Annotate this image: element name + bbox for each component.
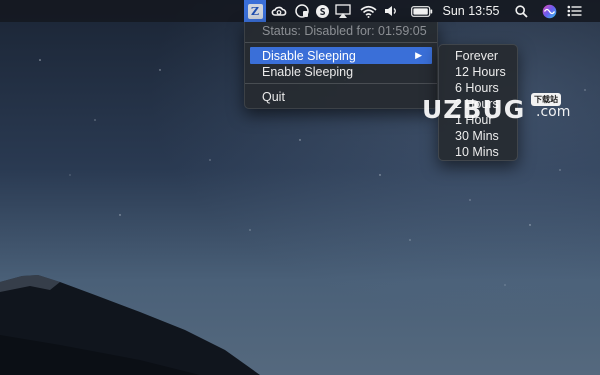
submenu-item-6-hours[interactable]: 6 Hours bbox=[439, 80, 517, 96]
caffeine-app-status-item[interactable]: Z bbox=[244, 0, 266, 22]
submenu-item-30-mins[interactable]: 30 Mins bbox=[439, 128, 517, 144]
status-label: Status: Disabled for: 01:59:05 bbox=[262, 23, 427, 38]
menu-bar: Z Sun 13:55 bbox=[0, 0, 600, 22]
submenu-item-12-hours[interactable]: 12 Hours bbox=[439, 64, 517, 80]
app-dropdown-menu: Status: Disabled for: 01:59:05 Disable S… bbox=[244, 22, 438, 109]
menu-separator bbox=[245, 42, 437, 43]
wifi-icon[interactable] bbox=[357, 0, 379, 22]
siri-icon[interactable] bbox=[538, 0, 560, 22]
enable-sleeping-item[interactable]: Enable Sleeping bbox=[250, 63, 432, 80]
menubar-clock[interactable]: Sun 13:55 bbox=[438, 0, 504, 22]
disable-sleeping-item[interactable]: Disable Sleeping ▶ bbox=[250, 47, 432, 64]
duration-submenu: Forever 12 Hours 6 Hours 2 Hours 1 Hour … bbox=[438, 44, 518, 161]
submenu-item-10-mins[interactable]: 10 Mins bbox=[439, 144, 517, 160]
quit-item[interactable]: Quit bbox=[250, 88, 432, 105]
menu-separator bbox=[245, 83, 437, 84]
disable-sleeping-label: Disable Sleeping bbox=[262, 48, 356, 63]
airplay-icon[interactable] bbox=[333, 0, 353, 22]
creative-cloud-icon[interactable] bbox=[268, 0, 290, 22]
app-icon: Z bbox=[247, 3, 263, 19]
battery-icon[interactable] bbox=[408, 0, 436, 22]
lock-icon[interactable] bbox=[292, 0, 312, 22]
search-icon[interactable] bbox=[511, 0, 531, 22]
skype-icon[interactable] bbox=[312, 0, 332, 22]
submenu-item-1-hour[interactable]: 1 Hour bbox=[439, 112, 517, 128]
volume-icon[interactable] bbox=[382, 0, 400, 22]
submenu-item-forever[interactable]: Forever bbox=[439, 48, 517, 64]
notification-center-icon[interactable] bbox=[563, 0, 585, 22]
submenu-arrow-icon: ▶ bbox=[415, 50, 422, 60]
submenu-item-2-hours[interactable]: 2 Hours bbox=[439, 96, 517, 112]
app-icon-letter: Z bbox=[250, 4, 260, 18]
